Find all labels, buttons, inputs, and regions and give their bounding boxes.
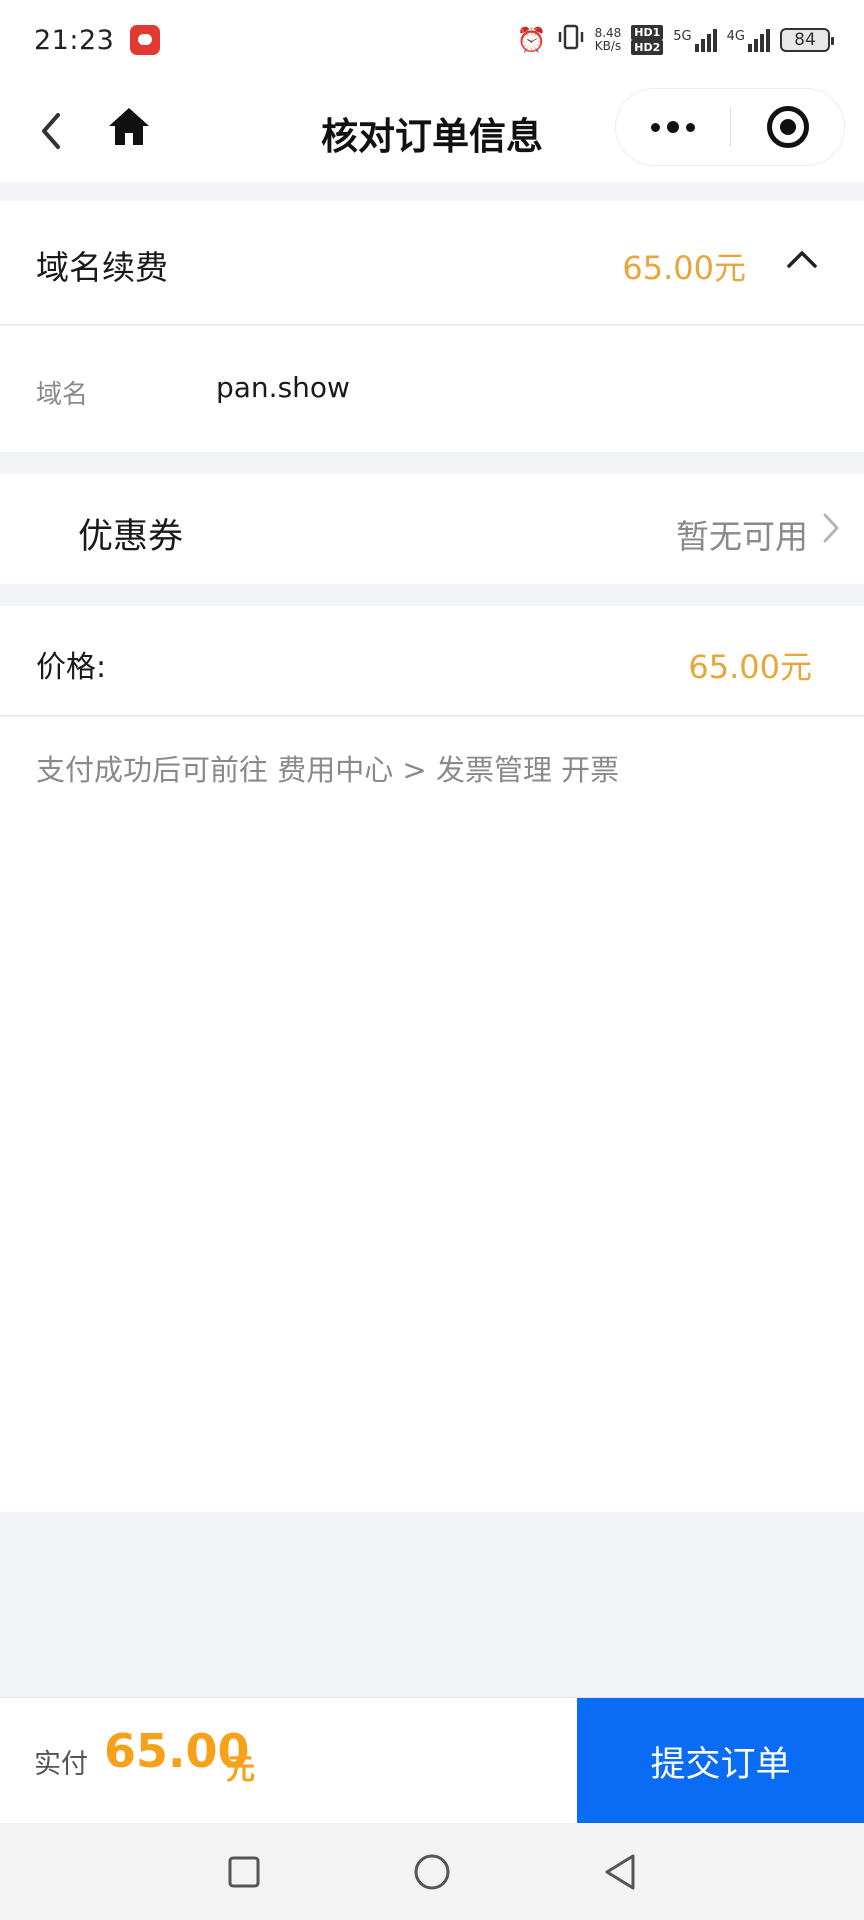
invoice-note-area: 支付成功后可前往 费用中心 > 发票管理 开票 <box>0 717 864 1512</box>
nav-bar: 核对订单信息 <box>0 80 864 182</box>
checkout-bar: 实付 65.00 元 提交订单 <box>0 1697 864 1824</box>
price-value: 65.00元 <box>688 648 812 686</box>
status-time: 21:23 <box>34 24 115 56</box>
recent-apps-icon[interactable] <box>214 1842 274 1902</box>
domain-label: 域名 <box>36 380 89 410</box>
status-right: ⏰ 8.48 KB/s HD1 HD2 5G 4G 84 <box>516 23 834 57</box>
hd-badge: HD1 HD2 <box>631 25 664 55</box>
product-label: 域名续费 <box>36 248 168 287</box>
mini-program-capsule <box>615 88 845 166</box>
vibrate-icon <box>557 23 585 57</box>
hd2-label: HD2 <box>631 40 664 55</box>
net-speed: 8.48 KB/s <box>595 27 622 53</box>
submit-order-button[interactable]: 提交订单 <box>577 1698 864 1824</box>
hd1-label: HD1 <box>631 25 664 40</box>
alarm-icon: ⏰ <box>516 26 547 54</box>
signal-icon-4g: 4G <box>726 28 770 52</box>
coupon-row[interactable]: 优惠券 暂无可用 <box>0 474 864 584</box>
system-nav-bar <box>0 1823 864 1920</box>
chevron-up-icon[interactable] <box>784 241 820 277</box>
pay-label: 实付 <box>34 1749 88 1780</box>
coupon-value: 暂无可用 <box>676 517 808 556</box>
order-item-header[interactable]: 域名续费 65.00元 <box>0 201 864 325</box>
app-icon <box>130 25 161 55</box>
price-row: 价格: 65.00元 <box>0 606 864 716</box>
net2-label: 4G <box>726 28 745 44</box>
back-triangle-icon[interactable] <box>590 1842 650 1902</box>
status-bar: 21:23 ⏰ 8.48 KB/s HD1 HD2 5G 4G 84 <box>0 0 864 80</box>
battery-icon: 84 <box>780 28 834 52</box>
signal-icon-5g: 5G <box>673 28 717 52</box>
invoice-note: 支付成功后可前往 费用中心 > 发票管理 开票 <box>36 753 620 787</box>
home-circle-icon[interactable] <box>402 1842 462 1902</box>
chevron-right-icon <box>816 510 846 546</box>
net-speed-unit: KB/s <box>594 39 622 53</box>
price-label: 价格: <box>36 650 107 685</box>
status-left: 21:23 <box>34 24 161 56</box>
battery-level: 84 <box>794 30 816 50</box>
domain-value: pan.show <box>216 371 350 404</box>
product-price: 65.00元 <box>622 249 746 287</box>
coupon-label: 优惠券 <box>78 517 184 557</box>
pay-unit: 元 <box>226 1752 256 1786</box>
more-dots-icon[interactable] <box>616 89 730 165</box>
target-close-icon[interactable] <box>731 89 844 165</box>
net1-label: 5G <box>673 28 692 44</box>
domain-detail-row: 域名 pan.show <box>0 326 864 452</box>
